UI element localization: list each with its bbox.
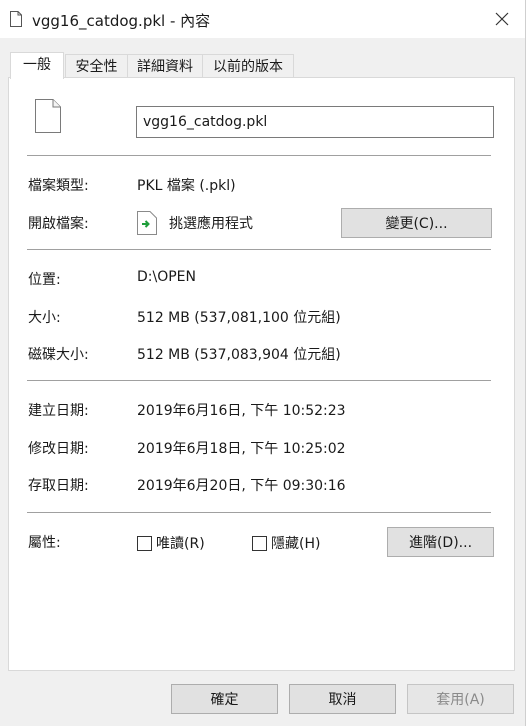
document-icon [10,11,22,27]
hidden-label: 隱藏(H) [271,536,321,552]
created-value: 2019年6月16日, 下午 10:52:23 [137,403,346,419]
close-icon [495,12,509,26]
opens-with-label: 開啟檔案: [28,216,89,232]
window-title: vgg16_catdog.pkl - 內容 [32,12,211,30]
size-label: 大小: [28,310,61,326]
general-tab-panel: 檔案類型: PKL 檔案 (.pkl) 開啟檔案: 挑選應用程式 變更(C)..… [8,77,515,671]
accessed-value: 2019年6月20日, 下午 09:30:16 [137,478,346,494]
apply-button[interactable]: 套用(A) [407,684,514,714]
close-button[interactable] [479,0,525,38]
opens-with-value: 挑選應用程式 [169,216,253,232]
modified-value: 2019年6月18日, 下午 10:25:02 [137,441,346,457]
advanced-button[interactable]: 進階(D)... [387,527,494,557]
location-value: D:\OPEN [137,269,196,285]
ok-button[interactable]: 確定 [171,684,278,714]
tab-previous-versions[interactable]: 以前的版本 [202,54,294,78]
divider [27,380,491,381]
file-type-label: 檔案類型: [28,178,89,194]
tab-details[interactable]: 詳細資料 [127,54,203,78]
attributes-label: 屬性: [28,535,61,551]
hidden-checkbox[interactable]: 隱藏(H) [252,533,320,553]
location-label: 位置: [28,272,61,288]
hidden-checkbox-box[interactable] [252,535,267,551]
file-type-value: PKL 檔案 (.pkl) [137,178,236,194]
cancel-button[interactable]: 取消 [289,684,396,714]
title-bar[interactable]: vgg16_catdog.pkl - 內容 [0,0,525,38]
file-name-input[interactable] [136,106,494,138]
divider [27,512,491,513]
size-on-disk-value: 512 MB (537,083,904 位元組) [137,347,341,363]
choose-app-icon [137,211,157,235]
divider [27,155,491,156]
modified-label: 修改日期: [28,441,89,457]
size-on-disk-label: 磁碟大小: [28,347,89,363]
file-icon [35,99,61,133]
change-button[interactable]: 變更(C)... [341,208,492,238]
accessed-label: 存取日期: [28,478,89,494]
tab-security[interactable]: 安全性 [65,54,128,78]
tab-general[interactable]: 一般 [10,52,64,79]
readonly-checkbox[interactable]: 唯讀(R) [137,533,205,553]
readonly-checkbox-box[interactable] [137,535,152,551]
properties-dialog: vgg16_catdog.pkl - 內容 一般 安全性 詳細資料 以前的版本 … [0,0,526,726]
size-value: 512 MB (537,081,100 位元組) [137,310,341,326]
divider [27,249,491,250]
readonly-label: 唯讀(R) [156,536,205,552]
created-label: 建立日期: [28,403,89,419]
